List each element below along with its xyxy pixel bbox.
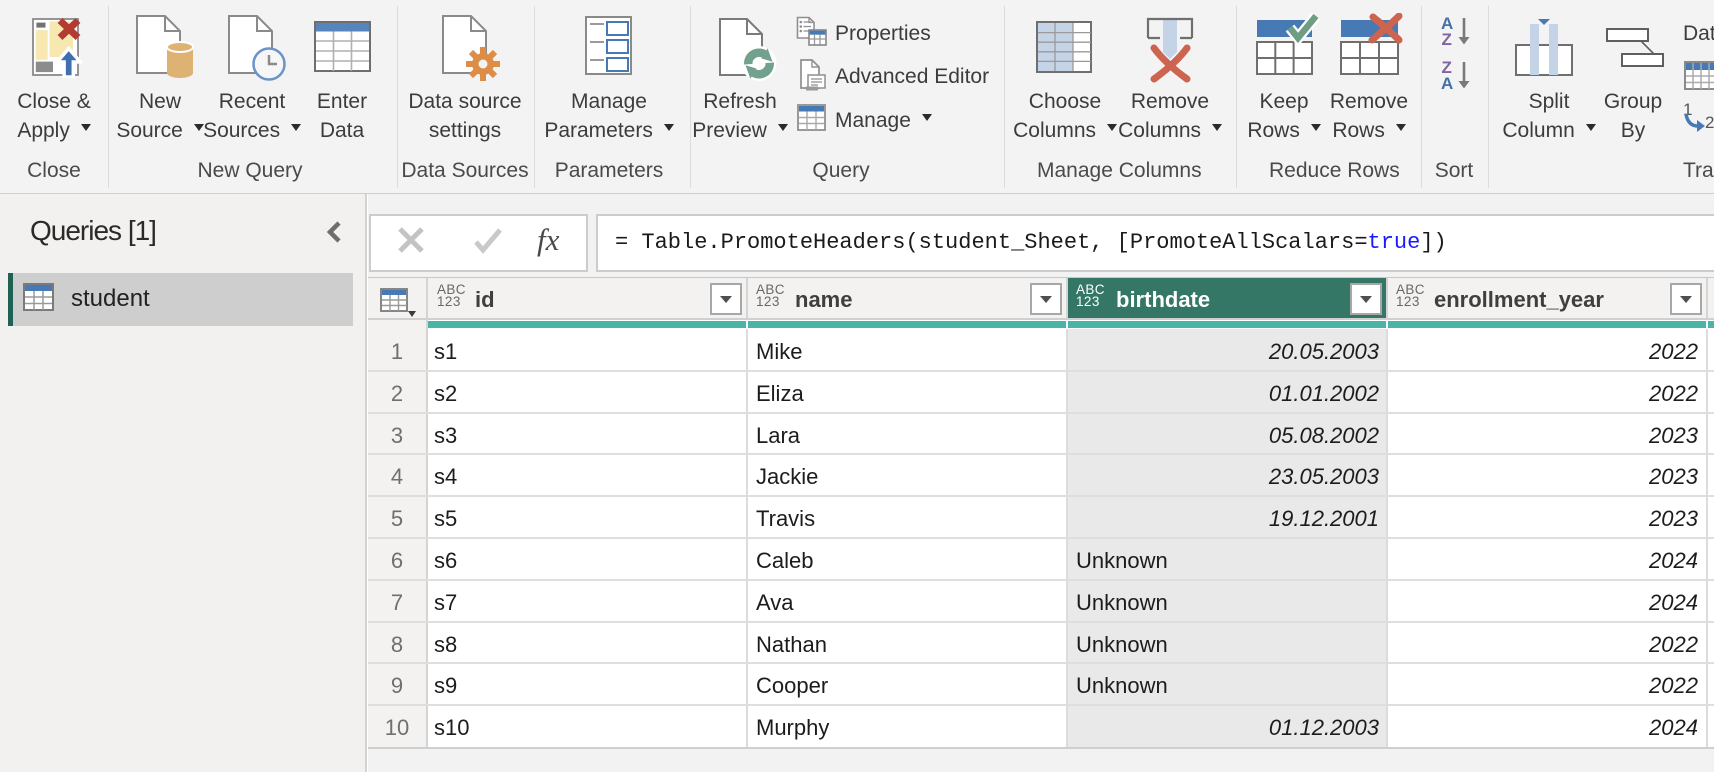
svg-text:Z: Z [1442, 30, 1452, 48]
svg-text:A: A [1441, 74, 1453, 92]
